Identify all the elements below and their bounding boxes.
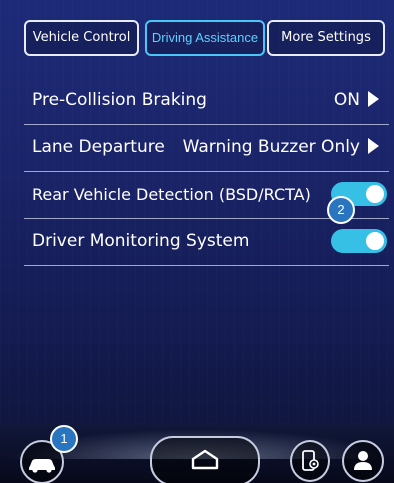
setting-label: Pre-Collision Braking xyxy=(32,90,207,110)
setting-label: Lane Departure xyxy=(32,137,165,157)
settings-list: Pre-Collision Braking ON Lane Departure … xyxy=(24,78,389,266)
tab-more-settings[interactable]: More Settings xyxy=(267,20,385,56)
play-arrow-icon xyxy=(368,138,379,154)
setting-row-lane-departure[interactable]: Lane Departure Warning Buzzer Only xyxy=(24,125,389,172)
setting-value[interactable]: Warning Buzzer Only xyxy=(183,137,379,157)
setting-label: Rear Vehicle Detection (BSD/RCTA) xyxy=(32,185,311,204)
setting-row-driver-monitoring[interactable]: Driver Monitoring System xyxy=(24,219,389,266)
phone-settings-icon xyxy=(302,450,319,471)
home-icon xyxy=(191,449,219,470)
callout-badge-2: 2 xyxy=(327,196,355,224)
home-button[interactable] xyxy=(150,436,260,483)
phone-settings-button[interactable] xyxy=(290,440,330,482)
play-arrow-icon xyxy=(368,91,379,107)
user-button[interactable] xyxy=(342,440,384,482)
driver-monitoring-toggle[interactable] xyxy=(331,229,387,253)
callout-badge-1: 1 xyxy=(50,425,78,453)
toggle-knob xyxy=(366,185,384,203)
toggle-knob xyxy=(366,232,384,250)
setting-value-text: Warning Buzzer Only xyxy=(182,137,360,157)
setting-value-text: ON xyxy=(333,90,360,110)
setting-value[interactable]: ON xyxy=(334,90,379,110)
tab-vehicle-control[interactable]: Vehicle Control xyxy=(24,20,139,56)
setting-label: Driver Monitoring System xyxy=(32,231,250,251)
screen: Vehicle Control Driving Assistance More … xyxy=(0,0,394,483)
user-icon xyxy=(354,451,372,470)
setting-row-pre-collision-braking[interactable]: Pre-Collision Braking ON xyxy=(24,78,389,125)
tab-driving-assistance[interactable]: Driving Assistance xyxy=(145,20,265,56)
